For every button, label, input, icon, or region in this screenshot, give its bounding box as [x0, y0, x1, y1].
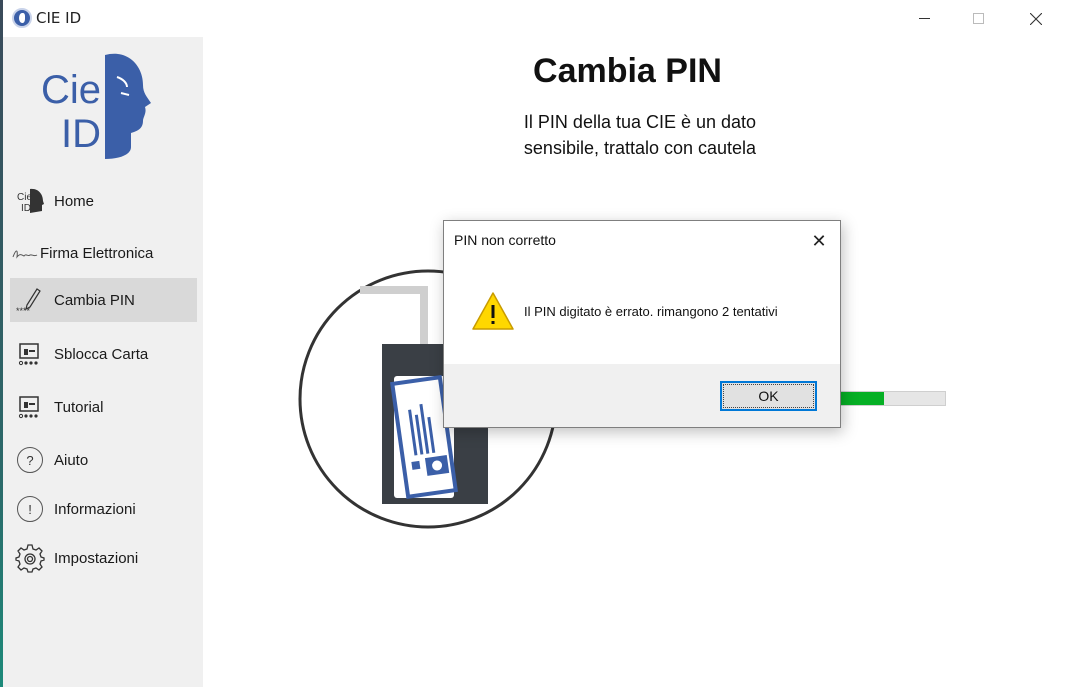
sidebar-item-firma-elettronica[interactable]: Firma Elettronica	[10, 231, 197, 275]
progress-fill	[839, 392, 884, 405]
sidebar-item-label: Firma Elettronica	[40, 244, 154, 262]
sidebar-item-tutorial[interactable]: Tutorial	[10, 385, 197, 429]
page-title: Cambia PIN	[533, 52, 722, 90]
dialog-message: Il PIN digitato è errato. rimangono 2 te…	[524, 304, 778, 319]
minimize-button[interactable]	[895, 0, 953, 37]
sidebar-item-label: Impostazioni	[54, 549, 139, 567]
svg-text:****: ****	[16, 306, 31, 315]
sidebar-item-sblocca-carta[interactable]: Sblocca Carta	[10, 332, 197, 376]
dialog-close-button[interactable]: ✕	[804, 227, 834, 255]
window-close-button[interactable]	[1007, 0, 1065, 37]
sidebar-item-informazioni[interactable]: ! Informazioni	[10, 487, 197, 531]
gear-icon	[12, 542, 48, 574]
minimize-icon	[918, 18, 930, 19]
pencil-pin-icon: ****	[12, 284, 48, 316]
maximize-button[interactable]	[949, 0, 1007, 37]
unlock-card-icon	[12, 338, 48, 370]
page-subtitle: Il PIN della tua CIE è un dato sensibile…	[440, 109, 840, 161]
app-logo-icon	[12, 8, 32, 28]
close-icon: ✕	[811, 230, 827, 251]
sidebar-item-label: Aiuto	[54, 451, 89, 469]
dialog-title: PIN non corretto	[454, 232, 556, 248]
sidebar-item-home[interactable]: Cie ID Home	[10, 179, 197, 223]
svg-text:Cie: Cie	[17, 192, 32, 203]
help-icon: ?	[12, 444, 48, 476]
title-bar: CIE ID	[3, 0, 1065, 37]
help-glyph: ?	[17, 447, 43, 473]
sidebar-item-cambia-pin[interactable]: **** Cambia PIN	[10, 278, 197, 322]
cie-id-logo: Cie ID	[41, 53, 151, 159]
signature-icon	[10, 237, 40, 269]
logo-text-id: ID	[61, 112, 101, 156]
sidebar-item-label: Home	[54, 192, 95, 210]
maximize-icon	[972, 13, 984, 24]
cie-id-icon: Cie ID	[12, 185, 48, 217]
svg-text:ID: ID	[21, 203, 31, 214]
sidebar-item-aiuto[interactable]: ? Aiuto	[10, 438, 197, 482]
sidebar-item-label: Cambia PIN	[54, 291, 135, 309]
logo-text-cie: Cie	[41, 68, 101, 112]
dialog-footer: OK	[444, 364, 840, 427]
subtitle-line-1: Il PIN della tua CIE è un dato	[523, 112, 757, 132]
tutorial-icon	[12, 391, 48, 423]
ok-button[interactable]: OK	[720, 381, 817, 411]
window-title: CIE ID	[36, 9, 82, 27]
close-icon	[1030, 12, 1042, 25]
info-icon: !	[12, 493, 48, 525]
progress-bar	[838, 391, 946, 406]
sidebar-item-label: Informazioni	[54, 500, 136, 518]
warning-icon	[472, 292, 514, 330]
info-glyph: !	[17, 496, 43, 522]
subtitle-line-2: sensibile, trattalo con cautela	[523, 138, 757, 158]
sidebar-item-label: Sblocca Carta	[54, 345, 149, 363]
sidebar-item-impostazioni[interactable]: Impostazioni	[10, 536, 197, 580]
sidebar: Cie ID Cie ID Home Firma Elettronica ****…	[3, 37, 203, 687]
sidebar-item-label: Tutorial	[54, 398, 104, 416]
error-dialog: PIN non corretto ✕ Il PIN digitato è err…	[443, 220, 841, 428]
